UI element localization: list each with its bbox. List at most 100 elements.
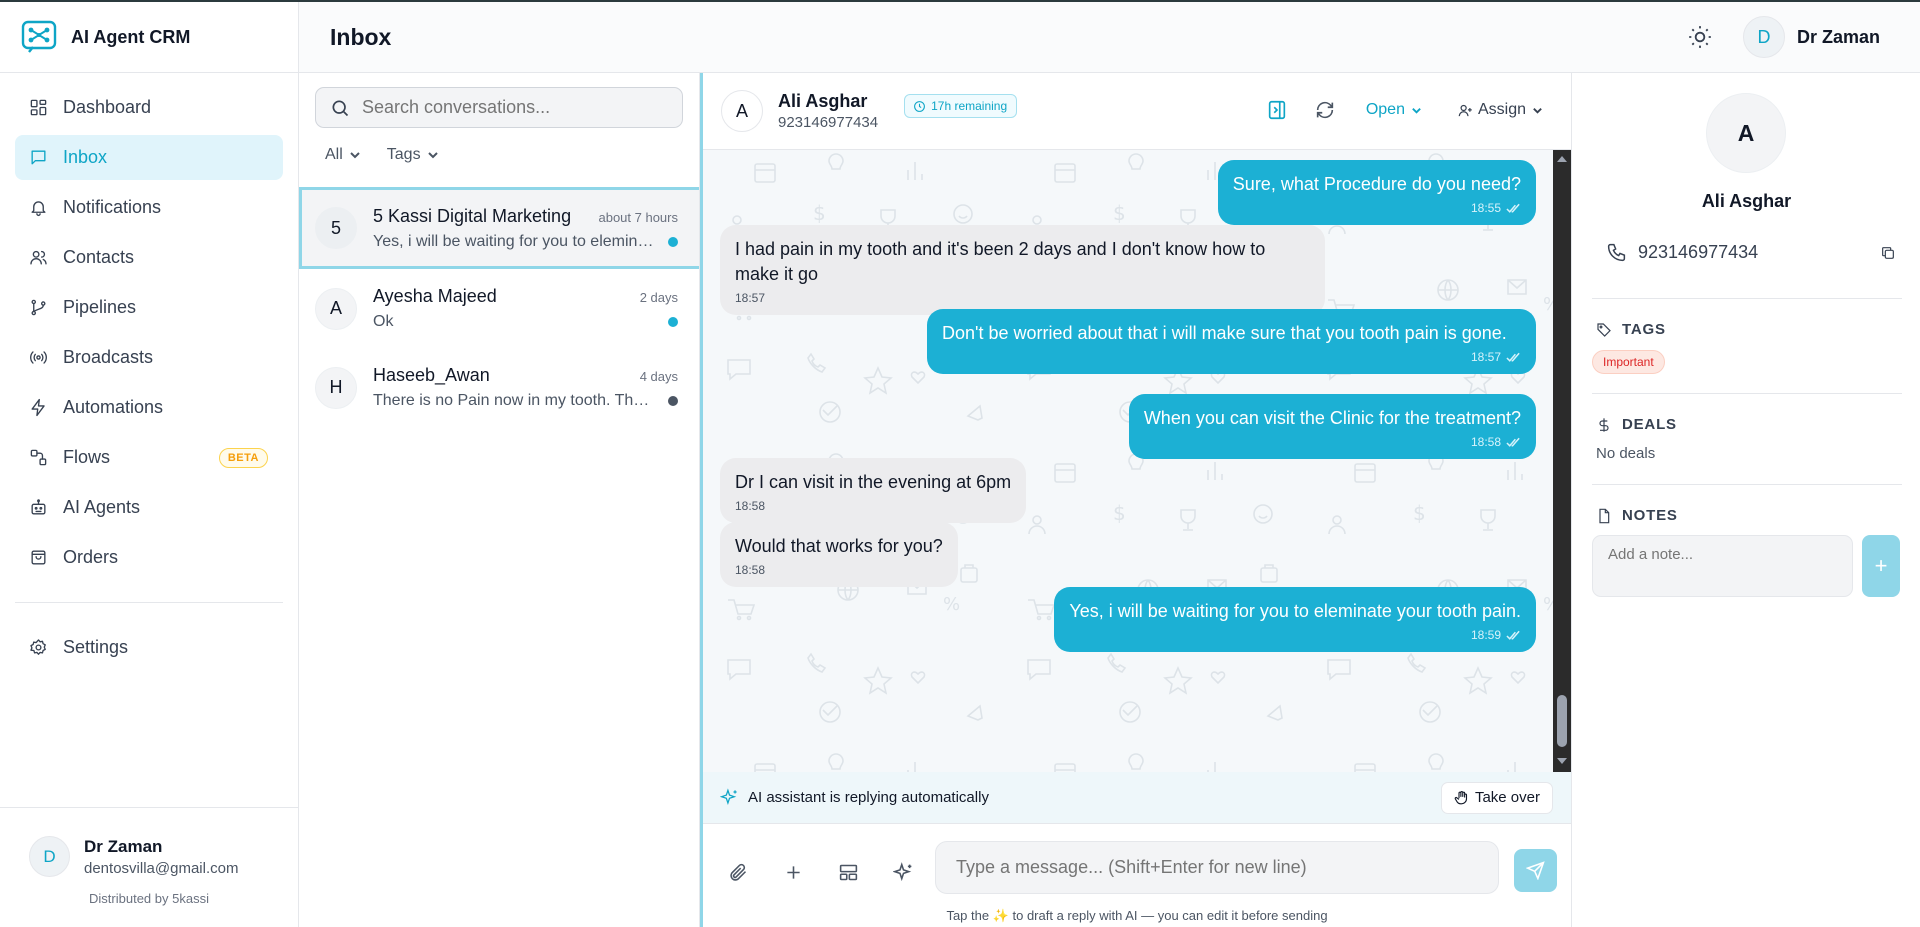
assign-dropdown[interactable]: Assign bbox=[1458, 101, 1543, 119]
take-over-button[interactable]: Take over bbox=[1440, 781, 1553, 814]
message-scrollbar[interactable] bbox=[1553, 150, 1571, 772]
add-note-button[interactable]: + bbox=[1862, 535, 1900, 597]
avatar: 5 bbox=[315, 207, 357, 249]
paperclip-icon[interactable] bbox=[728, 862, 749, 883]
user-plus-icon bbox=[1458, 104, 1472, 116]
divider bbox=[1592, 484, 1902, 485]
sidebar-item-ai-agents[interactable]: AI Agents bbox=[15, 485, 283, 530]
filter-all[interactable]: All bbox=[325, 146, 361, 164]
message-text: Yes, i will be waiting for you to elemin… bbox=[1069, 601, 1521, 621]
message-time: 18:58 bbox=[735, 499, 766, 513]
toggle-panel-icon[interactable] bbox=[1266, 99, 1288, 121]
conversation-item[interactable]: 5 5 Kassi Digital Marketing about 7 hour… bbox=[299, 187, 699, 269]
sidebar-item-inbox[interactable]: Inbox bbox=[15, 135, 283, 180]
sidebar-item-contacts[interactable]: Contacts bbox=[15, 235, 283, 280]
message-bubble-outgoing: Sure, what Procedure do you need? 18:55 bbox=[1217, 160, 1536, 225]
message-bubble-incoming: I had pain in my tooth and it's been 2 d… bbox=[720, 225, 1325, 315]
brand[interactable]: AI Agent CRM bbox=[0, 2, 298, 73]
scroll-down-icon[interactable] bbox=[1556, 755, 1568, 767]
copy-icon[interactable] bbox=[1880, 245, 1896, 261]
conversation-item[interactable]: H Haseeb_Awan 4 days There is no Pain no… bbox=[299, 348, 699, 427]
message-text: I had pain in my tooth and it's been 2 d… bbox=[735, 239, 1266, 284]
sidebar-item-label: Dashboard bbox=[63, 97, 152, 117]
deals-section-title: DEALS bbox=[1596, 416, 1677, 433]
avatar: D bbox=[1742, 16, 1785, 58]
branch-icon bbox=[31, 299, 46, 316]
status-label: Open bbox=[1365, 101, 1405, 118]
sidebar-item-label: Inbox bbox=[63, 147, 108, 167]
contact-phone: 923146977434 bbox=[1638, 242, 1759, 262]
sidebar-item-dashboard[interactable]: Dashboard bbox=[15, 85, 283, 130]
dollar-icon bbox=[1599, 417, 1609, 432]
template-icon[interactable] bbox=[838, 862, 859, 883]
sidebar-item-orders[interactable]: Orders bbox=[15, 535, 283, 580]
conversation-name: Haseeb_Awan bbox=[373, 365, 490, 385]
sidebar-item-label: Settings bbox=[63, 637, 129, 657]
filter-tags[interactable]: Tags bbox=[387, 146, 439, 164]
tag-badge[interactable]: Important bbox=[1592, 350, 1665, 374]
refresh-icon[interactable] bbox=[1314, 99, 1336, 121]
chevron-down-icon bbox=[1533, 107, 1542, 114]
conversation-preview: Ok bbox=[373, 313, 394, 330]
sparkles-icon bbox=[720, 788, 737, 806]
sidebar: AI Agent CRM Dashboard Inbox Notificatio… bbox=[0, 2, 299, 927]
user-menu[interactable]: D Dr Zaman bbox=[1742, 16, 1880, 58]
beta-badge: BETA bbox=[218, 447, 268, 468]
sidebar-item-settings[interactable]: Settings bbox=[15, 625, 283, 670]
sidebar-item-label: Notifications bbox=[63, 197, 162, 217]
sidebar-item-broadcasts[interactable]: Broadcasts bbox=[15, 335, 283, 380]
flow-icon bbox=[30, 449, 47, 466]
section-title: NOTES bbox=[1622, 507, 1678, 524]
send-button[interactable] bbox=[1514, 849, 1557, 892]
avatar: A bbox=[1706, 93, 1786, 173]
ai-draft-icon[interactable] bbox=[893, 862, 914, 883]
conversation-preview: Yes, i will be waiting for you to elemin… bbox=[373, 232, 658, 250]
search-box bbox=[315, 87, 683, 128]
sidebar-item-pipelines[interactable]: Pipelines bbox=[15, 285, 283, 330]
tag-icon bbox=[1597, 322, 1611, 337]
message-input[interactable] bbox=[935, 841, 1499, 894]
chat-icon bbox=[31, 150, 46, 165]
sidebar-item-notifications[interactable]: Notifications bbox=[15, 185, 283, 230]
chevron-down-icon bbox=[1412, 107, 1421, 114]
message-text: Sure, what Procedure do you need? bbox=[1232, 174, 1521, 194]
conversation-name: Ayesha Majeed bbox=[373, 286, 497, 306]
page-title: Inbox bbox=[330, 23, 392, 50]
ai-status-text: AI assistant is replying automatically bbox=[748, 789, 989, 806]
sidebar-item-flows[interactable]: Flows BETA bbox=[15, 435, 283, 480]
message-text: When you can visit the Clinic for the tr… bbox=[1143, 408, 1521, 428]
scroll-up-icon[interactable] bbox=[1556, 153, 1568, 165]
contact-name: Ali Asghar bbox=[778, 91, 868, 111]
scroll-thumb[interactable] bbox=[1557, 695, 1567, 747]
gear-icon bbox=[30, 639, 46, 655]
message-list[interactable]: $ % bbox=[703, 150, 1553, 772]
sun-icon[interactable] bbox=[1687, 24, 1713, 50]
sidebar-item-label: Broadcasts bbox=[63, 347, 154, 367]
message-bubble-incoming: Dr I can visit in the evening at 6pm 18:… bbox=[720, 458, 1027, 523]
read-dot bbox=[668, 396, 678, 406]
conversation-item[interactable]: A Ayesha Majeed 2 days Ok bbox=[299, 269, 699, 348]
message-time: 18:58 bbox=[1470, 435, 1501, 449]
clock-icon bbox=[914, 100, 926, 112]
sidebar-item-automations[interactable]: Automations bbox=[15, 385, 283, 430]
unread-dot bbox=[668, 236, 678, 247]
filters: All Tags bbox=[325, 146, 465, 164]
note-input[interactable] bbox=[1592, 535, 1853, 597]
chat-panel: A Ali Asghar 923146977434 17h remaining … bbox=[700, 73, 1571, 927]
message-time: 18:58 bbox=[735, 563, 766, 577]
current-user[interactable]: D Dr Zaman dentosvilla@gmail.com bbox=[0, 808, 298, 877]
chevron-down-icon bbox=[427, 152, 438, 159]
distributed-by: Distributed by 5kassi bbox=[89, 891, 209, 906]
filter-label: All bbox=[325, 146, 343, 163]
notes-section-title: NOTES bbox=[1596, 507, 1678, 524]
double-check-icon bbox=[1506, 437, 1520, 447]
plus-icon[interactable] bbox=[783, 862, 804, 883]
app-window: AI Agent CRM Dashboard Inbox Notificatio… bbox=[0, 0, 1920, 927]
status-dropdown[interactable]: Open bbox=[1366, 101, 1422, 119]
user-name: Dr Zaman bbox=[1796, 26, 1880, 47]
message-time: 18:57 bbox=[735, 291, 766, 305]
message-composer: Tap the ✨ to draft a reply with AI — you… bbox=[703, 824, 1571, 927]
no-deals-text: No deals bbox=[1596, 445, 1656, 462]
file-icon bbox=[1599, 508, 1610, 523]
search-input[interactable] bbox=[362, 97, 662, 118]
